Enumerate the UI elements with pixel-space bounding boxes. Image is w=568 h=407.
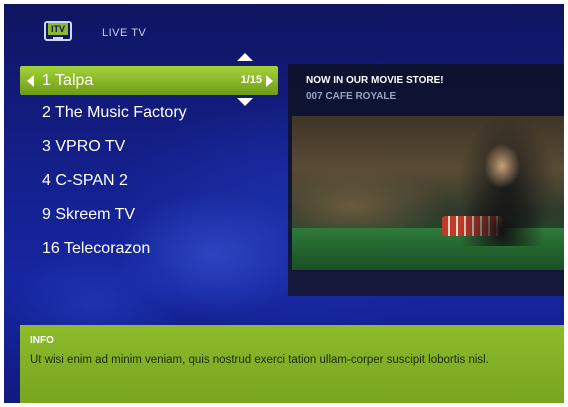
scroll-down-icon[interactable] [237,98,253,106]
actor-figure [452,136,552,246]
previous-page-icon[interactable] [27,75,34,87]
channel-label: 9 Skreem TV [42,206,136,223]
channel-item[interactable]: 9 Skreem TV [20,200,278,234]
logo-text: ITV [48,23,68,35]
info-text: Ut wisi enim ad minim veniam, quis nostr… [30,354,489,366]
channel-label: 3 VPRO TV [42,138,126,155]
promo-title: NOW IN OUR MOVIE STORE! [306,75,444,86]
channel-label: 1 Talpa [42,72,94,89]
channel-label: 16 Telecorazon [42,240,151,257]
scroll-up-icon[interactable] [237,53,253,61]
movie-store-promo[interactable]: NOW IN OUR MOVIE STORE! 007 CAFE ROYALE [288,64,564,296]
info-title: INFO [30,335,54,346]
channel-item-selected[interactable]: 1 Talpa 1/15 [20,66,278,95]
channel-label: 4 C-SPAN 2 [42,172,128,189]
promo-movie-still[interactable] [292,116,564,270]
channel-item[interactable]: 4 C-SPAN 2 [20,166,278,200]
channel-item[interactable]: 3 VPRO TV [20,132,278,166]
promo-subtitle: 007 CAFE ROYALE [306,91,397,102]
channel-list: 1 Talpa 1/15 2 The Music Factory 3 VPRO … [20,66,278,268]
next-page-icon[interactable] [266,75,273,87]
logo-stand [53,37,63,39]
channel-item[interactable]: 16 Telecorazon [20,234,278,268]
section-title: LIVE TV [102,27,147,39]
channel-label: 2 The Music Factory [42,104,187,121]
page-indicator: 1/15 [240,74,262,86]
tv-logo-icon: ITV [44,21,72,41]
tv-screen: ITV LIVE TV 1 Talpa 1/15 2 The Music Fac… [4,4,564,403]
